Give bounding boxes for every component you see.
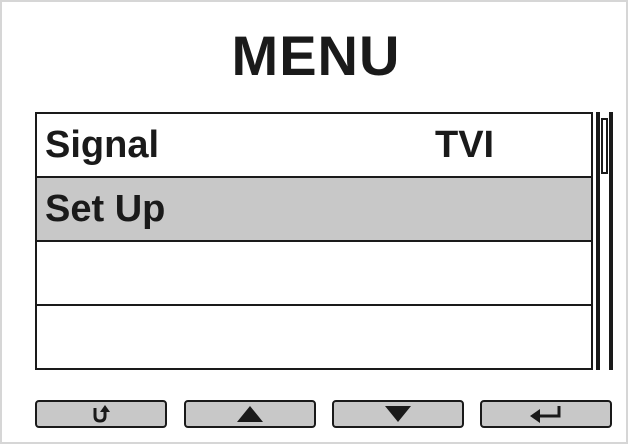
menu-item-label: Signal <box>45 124 160 166</box>
menu-item-empty[interactable] <box>37 242 591 306</box>
menu-item-signal[interactable]: Signal TVI <box>37 114 591 178</box>
page-title: MENU <box>231 24 401 87</box>
enter-button[interactable] <box>480 400 612 428</box>
menu-item-setup[interactable]: Set Up <box>37 178 591 242</box>
down-arrow-icon <box>384 405 412 423</box>
up-button[interactable] <box>184 400 316 428</box>
scrollbar-thumb[interactable] <box>601 118 608 174</box>
lcd-screen: MENU Signal TVI Set Up <box>0 0 628 444</box>
up-arrow-icon <box>236 405 264 423</box>
menu-item-label: Set Up <box>45 188 166 230</box>
back-button[interactable] <box>35 400 167 428</box>
menu-item-value: TVI <box>435 124 495 166</box>
menu-list: Signal TVI Set Up <box>35 112 593 370</box>
down-button[interactable] <box>332 400 464 428</box>
menu-item-empty[interactable] <box>37 306 591 370</box>
return-icon <box>90 404 112 424</box>
enter-icon <box>528 404 564 424</box>
scrollbar[interactable] <box>596 112 613 370</box>
